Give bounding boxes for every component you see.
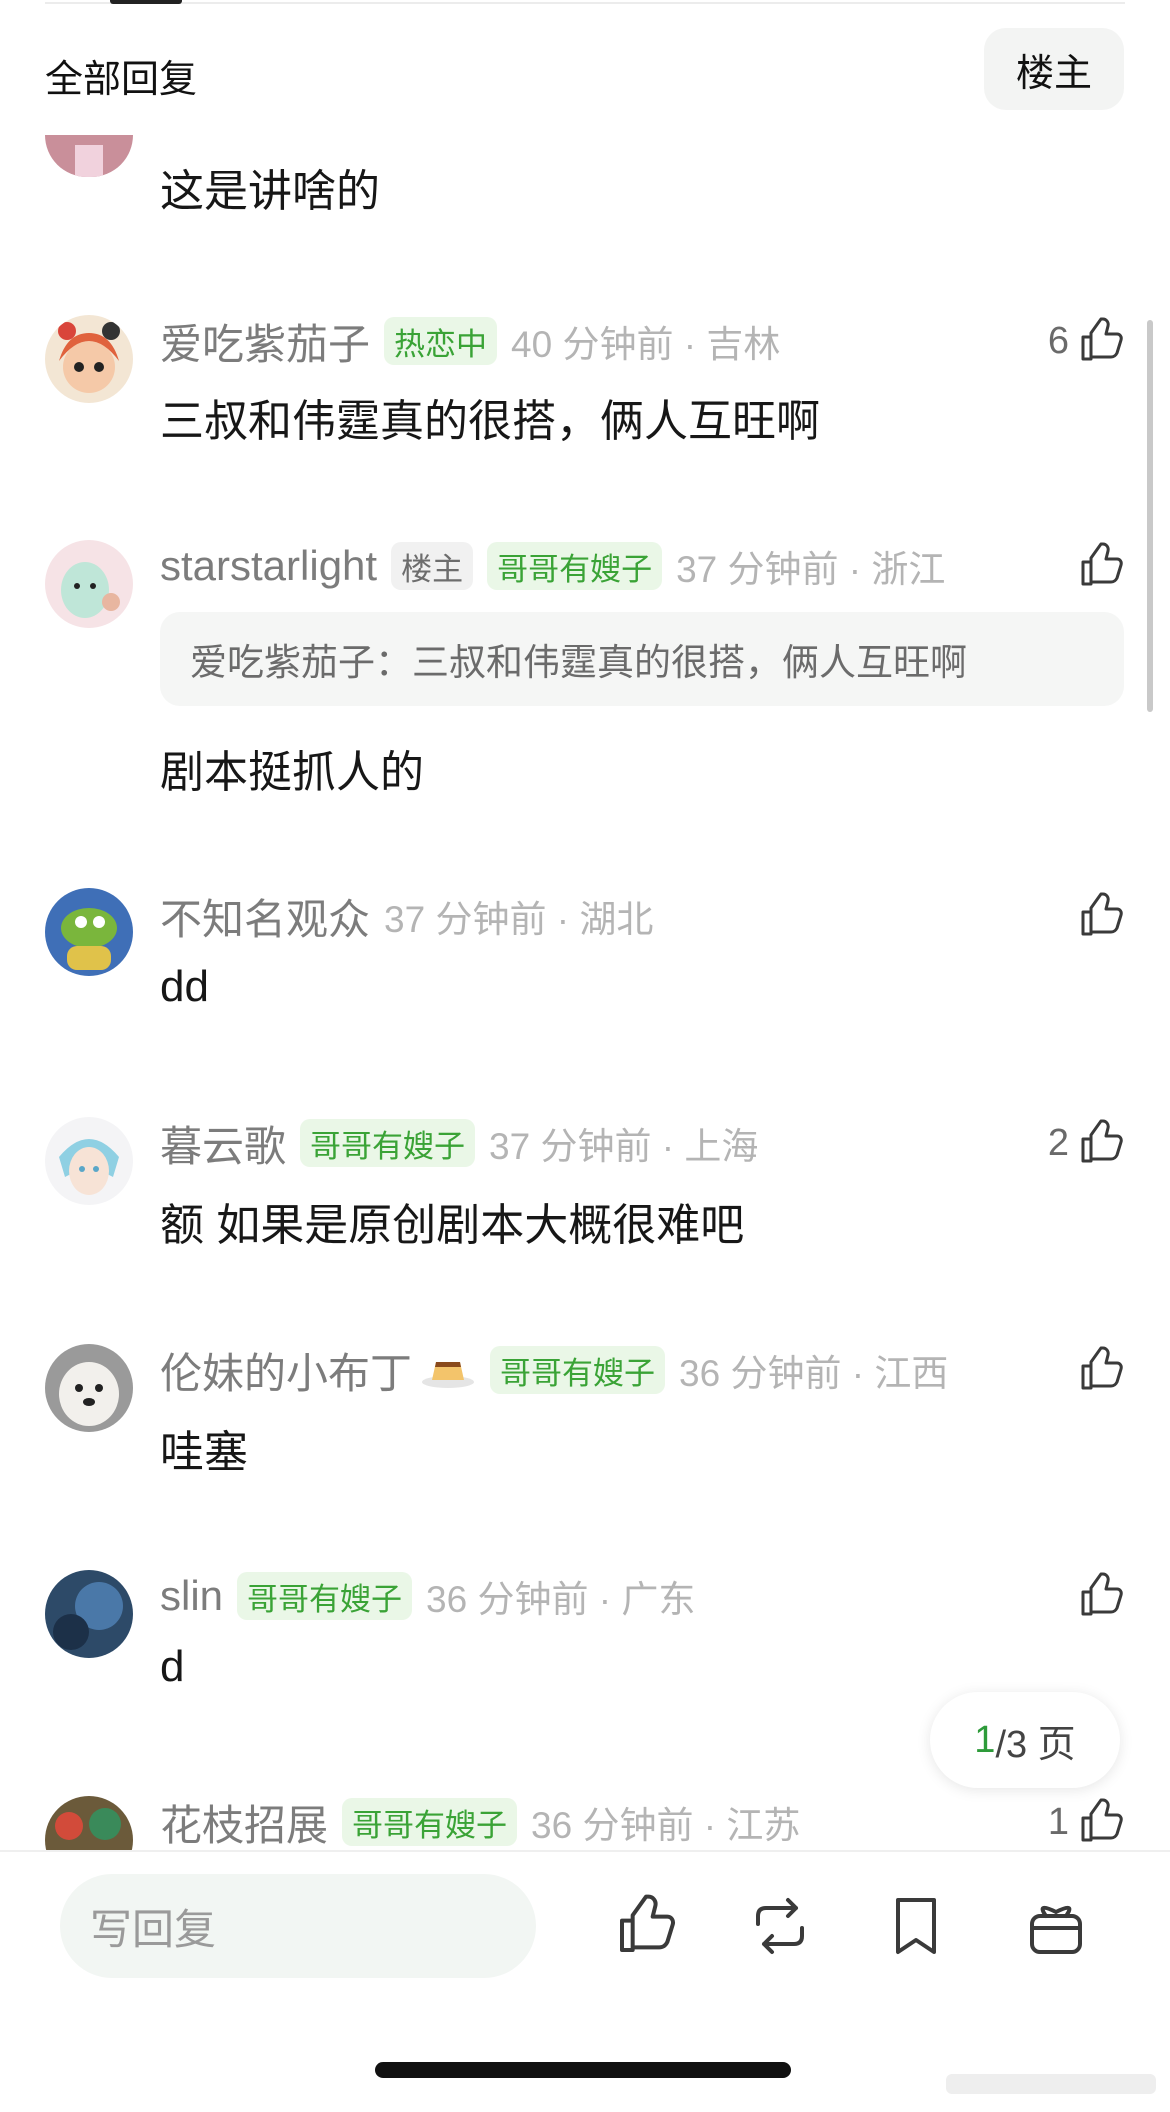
like-count: 2 (1047, 1121, 1069, 1164)
username[interactable]: 花枝招展 (160, 1792, 328, 1853)
comment-meta: 花枝招展 哥哥有嫂子 36 分钟前 · 江苏 (160, 1794, 800, 1850)
home-indicator (375, 2062, 791, 2078)
like-count: 1 (1047, 1800, 1069, 1843)
comment-meta: 暮云歌 哥哥有嫂子 37 分钟前 · 上海 (160, 1115, 758, 1171)
timestamp-location: 36 分钟前 · 江苏 (531, 1805, 801, 1846)
timestamp-location: 37 分钟前 · 湖北 (384, 899, 654, 940)
thumb-up-icon (1077, 1346, 1125, 1394)
owner-tag: 楼主 (391, 542, 474, 590)
page-total: /3 页 (995, 1723, 1076, 1766)
page-indicator[interactable]: 1 /3 页 (930, 1692, 1120, 1788)
like-button[interactable] (1077, 538, 1125, 594)
page-title: 全部回复 (45, 59, 198, 101)
like-button[interactable]: 6 (1048, 313, 1125, 369)
timestamp-location: 36 分钟前 · 江西 (679, 1353, 949, 1394)
username[interactable]: starstarlight (160, 542, 377, 590)
comment-meta: starstarlight 楼主 哥哥有嫂子 37 分钟前 · 浙江 (160, 538, 945, 594)
comment-text: 这是讲啥的 (160, 167, 380, 216)
avatar-cartoon-girl-icon[interactable] (45, 315, 133, 403)
username[interactable]: 伦妹的小布丁 (160, 1340, 412, 1401)
comment-text: 哇塞 (160, 1428, 248, 1477)
fan-tag: 哥哥有嫂子 (300, 1119, 476, 1167)
username[interactable]: 爱吃紫茄子 (160, 311, 370, 372)
pudding-emoji-icon (422, 1362, 475, 1388)
reply-input[interactable]: 写回复 (60, 1874, 536, 1978)
fan-tag: 哥哥有嫂子 (342, 1798, 518, 1846)
timestamp-location: 36 分钟前 · 广东 (426, 1579, 696, 1620)
avatar-anime-boy-icon[interactable] (45, 1117, 133, 1205)
like-button[interactable]: 1 (1048, 1794, 1125, 1850)
fan-tag: 热恋中 (384, 317, 498, 365)
gift-icon[interactable] (1024, 1894, 1088, 1958)
bookmark-icon[interactable] (884, 1894, 948, 1958)
comment-meta: 爱吃紫茄子 热恋中 40 分钟前 · 吉林 (160, 313, 780, 369)
replies-header: 全部回复 楼主 (0, 0, 1170, 128)
username[interactable]: slin (160, 1572, 223, 1620)
username[interactable]: 暮云歌 (160, 1113, 286, 1174)
thumb-up-icon (1077, 1572, 1125, 1620)
avatar-blue-sky-icon[interactable] (45, 1570, 133, 1658)
avatar-green-bird-icon[interactable] (45, 888, 133, 976)
thumb-up-icon (1077, 1798, 1125, 1846)
timestamp-location: 37 分钟前 · 浙江 (676, 549, 946, 590)
comment-text: 剧本挺抓人的 (160, 748, 424, 797)
divider (45, 2, 1125, 4)
current-page: 1 (974, 1718, 996, 1761)
avatar-white-dog-icon[interactable] (45, 1344, 133, 1432)
comment-meta: 不知名观众 37 分钟前 · 湖北 (160, 888, 653, 944)
owner-only-button[interactable]: 楼主 (984, 28, 1124, 110)
quoted-reply[interactable]: 爱吃紫茄子：三叔和伟霆真的很搭，俩人互旺啊 (160, 612, 1124, 706)
like-count: 6 (1047, 319, 1069, 362)
like-button[interactable] (1077, 1342, 1125, 1398)
fan-tag: 哥哥有嫂子 (487, 542, 663, 590)
like-button[interactable]: 2 (1048, 1115, 1125, 1171)
watermark-icon (946, 2074, 1156, 2094)
fan-tag: 哥哥有嫂子 (490, 1346, 666, 1394)
like-button[interactable] (1077, 888, 1125, 944)
comment-list: 这是讲啥的 爱吃紫茄子 热恋中 40 分钟前 · 吉林 6 三叔和伟霆真的很搭，… (0, 0, 1170, 1860)
avatar[interactable] (45, 135, 133, 177)
like-button[interactable] (1077, 1568, 1125, 1624)
username[interactable]: 不知名观众 (160, 886, 370, 947)
comment-meta: slin 哥哥有嫂子 36 分钟前 · 广东 (160, 1568, 695, 1624)
timestamp-location: 40 分钟前 · 吉林 (511, 324, 781, 365)
thumb-up-icon (1077, 317, 1125, 365)
thumb-up-icon (1077, 542, 1125, 590)
comment-text: 三叔和伟霆真的很搭，俩人互旺啊 (160, 397, 820, 446)
comment-text: dd (160, 962, 209, 1011)
fan-tag: 哥哥有嫂子 (237, 1572, 413, 1620)
tab-indicator (110, 0, 182, 4)
repost-icon[interactable] (748, 1894, 812, 1958)
thumb-up-icon (1077, 1119, 1125, 1167)
comment-text: 额 如果是原创剧本大概很难吧 (160, 1201, 745, 1250)
like-icon[interactable] (614, 1894, 678, 1958)
thumb-up-icon (1077, 892, 1125, 940)
comment-meta: 伦妹的小布丁 哥哥有嫂子 36 分钟前 · 江西 (160, 1342, 948, 1398)
comment-text: d (160, 1642, 185, 1691)
bottom-bar: 写回复 (0, 1850, 1170, 2112)
avatar-green-cat-icon[interactable] (45, 540, 133, 628)
timestamp-location: 37 分钟前 · 上海 (489, 1126, 759, 1167)
scrollbar[interactable] (1147, 320, 1153, 712)
